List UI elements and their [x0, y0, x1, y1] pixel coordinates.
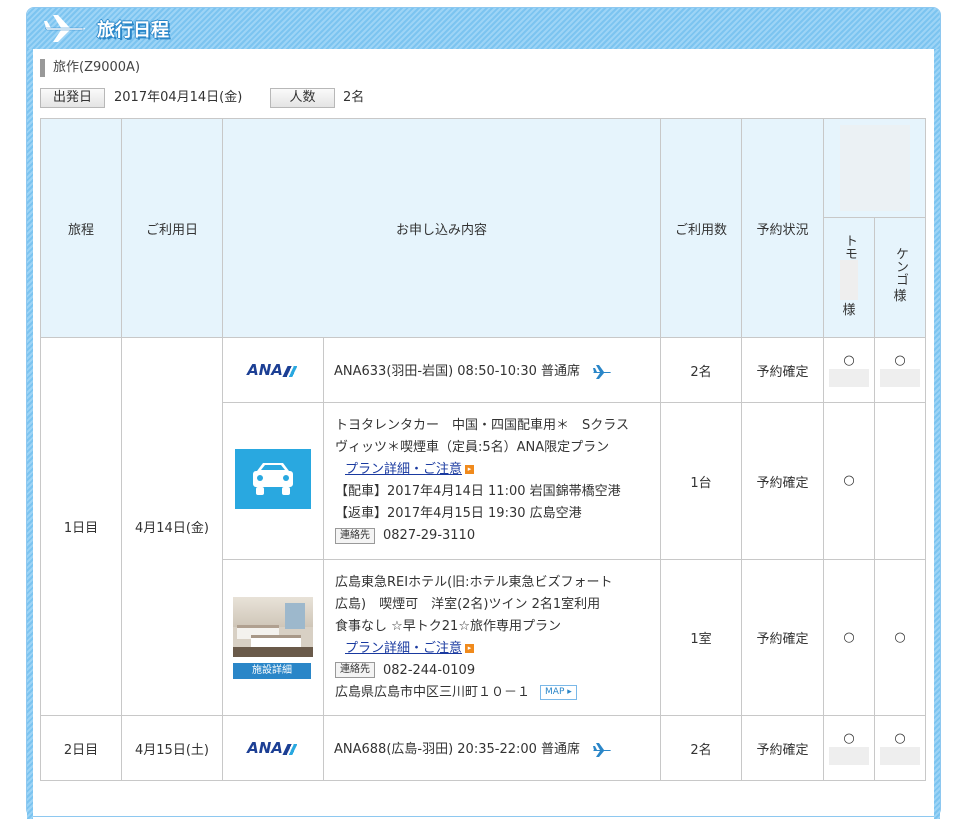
hotel-address: 広島県広島市中区三川町１０－１ — [335, 684, 531, 700]
car-status: 予約確定 — [741, 402, 825, 560]
hotel-image-cell: 施設詳細 — [222, 559, 324, 716]
booked-mark: ○ — [843, 731, 855, 746]
contact-label: 連絡先 — [335, 662, 375, 678]
airplane-icon — [593, 742, 612, 757]
hotel-detail: 広島東急REIホテル(旧:ホテル東急ビズフォート 広島) 喫煙可 洋室(2名)ツ… — [322, 559, 662, 716]
header-content: お申し込み内容 — [221, 118, 662, 338]
contact-label: 連絡先 — [335, 527, 375, 544]
header-itinerary: 旅程 — [40, 118, 122, 338]
traveler-2-cell: ○ — [874, 715, 927, 781]
ana-logo-text: ANA — [247, 739, 283, 757]
traveler-1-cell: ○ — [823, 715, 876, 781]
flight-text: ANA688(広島-羽田) 20:35-22:00 普通席 — [334, 742, 581, 758]
flight-text: ANA633(羽田-岩国) 08:50-10:30 普通席 — [334, 364, 581, 380]
redacted-name-1 — [840, 259, 859, 300]
hotel-plan-link[interactable]: プラン詳細・ご注意 — [345, 641, 462, 656]
arrow-right-icon: ▸ — [465, 465, 475, 474]
flight-count: 2名 — [660, 337, 743, 403]
booked-mark: ○ — [894, 629, 906, 645]
hotel-line-2: 広島) 喫煙可 洋室(2名)ツイン 2名1室利用 — [335, 596, 601, 612]
traveler-2-cell: ○ — [874, 337, 927, 403]
departure-label: 出発日 — [40, 88, 105, 108]
hotel-contact: 082-244-0109 — [383, 662, 476, 678]
traveler-2-suffix: 様 — [893, 289, 907, 304]
redacted-seat — [880, 747, 921, 765]
departure-date: 2017年04月14日(金) — [114, 90, 243, 105]
left-stripe — [27, 49, 33, 819]
people-count: 2名 — [343, 90, 365, 105]
header-traveler-1: トモ 様 — [823, 217, 876, 338]
tour-name: 旅作(Z9000A) — [40, 59, 140, 77]
car-count: 1台 — [660, 402, 743, 560]
booked-mark: ○ — [894, 731, 906, 746]
redacted-seat — [829, 369, 870, 387]
header-date: ご利用日 — [121, 118, 223, 338]
map-button[interactable]: MAP ▸ — [540, 684, 577, 700]
traveler-1-suffix: 様 — [842, 302, 856, 318]
traveler-1-cell: ○ — [823, 337, 876, 403]
hotel-status: 予約確定 — [741, 559, 825, 716]
airplane-icon — [44, 15, 85, 42]
header-count: ご利用数 — [660, 118, 743, 338]
itinerary-table: 旅程 ご利用日 お申し込み内容 ご利用数 予約状況 トモ 様 ケンゴ 様 1日目… — [40, 118, 927, 781]
traveler-1-cell: ○ — [823, 559, 876, 716]
redacted-seat — [829, 747, 870, 765]
day2-date: 4月15日(土) — [121, 715, 223, 781]
airplane-icon — [593, 364, 612, 379]
traveler-1-cell: ○ — [823, 402, 876, 560]
flight-detail: ANA688(広島-羽田) 20:35-22:00 普通席 — [322, 715, 662, 781]
traveler-2-cell: ○ — [874, 559, 927, 716]
car-icon[interactable] — [235, 449, 311, 509]
hotel-count: 1室 — [660, 559, 743, 716]
booked-mark: ○ — [843, 353, 855, 368]
flight-status: 予約確定 — [741, 337, 825, 403]
hotel-line-1: 広島東急REIホテル(旧:ホテル東急ビズフォート — [335, 574, 613, 590]
arrow-right-icon: ▸ — [465, 643, 475, 653]
booked-mark: ○ — [843, 629, 855, 645]
table-row: 1日目 4月14日(金) ANA ANA633(羽田-岩国) 08:50-10:… — [40, 337, 927, 716]
facility-detail-button[interactable]: 施設詳細 — [233, 662, 311, 679]
redacted-seat — [880, 369, 921, 387]
ana-logo-text: ANA — [247, 361, 283, 379]
booked-mark: ○ — [843, 473, 855, 488]
redacted-names — [839, 125, 910, 211]
car-contact: 0827-29-3110 — [383, 528, 476, 543]
traveler-2-name: ケンゴ — [893, 247, 909, 286]
ana-logo: ANA — [222, 337, 324, 403]
header-traveler-2: ケンゴ 様 — [874, 217, 927, 338]
ana-logo: ANA — [222, 715, 324, 781]
car-line-2: ヴィッツ＊喫煙車（定員:5名）ANA限定プラン — [335, 440, 610, 455]
hotel-photo[interactable] — [233, 596, 313, 657]
ana-logo-mark — [282, 744, 302, 755]
right-stripe — [934, 49, 940, 819]
flight-count: 2名 — [660, 715, 743, 781]
booked-mark: ○ — [894, 353, 906, 368]
panel-header: 旅行日程 — [27, 8, 940, 49]
flight-detail: ANA633(羽田-岩国) 08:50-10:30 普通席 — [322, 337, 662, 403]
car-return: 【返車】2017年4月15日 19:30 広島空港 — [335, 506, 582, 521]
day1-date: 4月14日(金) — [121, 337, 223, 716]
car-line-1: トヨタレンタカー 中国・四国配車用＊ Sクラス — [335, 418, 629, 433]
header-status: 予約状況 — [741, 118, 825, 338]
table-row: 2日目 4月15日(土) ANA ANA688(広島-羽田) 20:35-22:… — [40, 715, 927, 781]
people-label: 人数 — [270, 88, 335, 108]
car-pickup: 【配車】2017年4月14日 11:00 岩国錦帯橋空港 — [335, 484, 621, 499]
panel-title: 旅行日程 — [97, 20, 169, 41]
ana-logo-mark — [282, 366, 302, 377]
car-icon-cell — [222, 402, 324, 560]
car-detail: トヨタレンタカー 中国・四国配車用＊ Sクラス ヴィッツ＊喫煙車（定員:5名）A… — [322, 402, 662, 560]
day1-label: 1日目 — [40, 337, 122, 716]
traveler-2-cell — [874, 402, 927, 560]
day2-label: 2日目 — [40, 715, 122, 781]
hotel-line-3: 食事なし ☆早トク21☆旅作専用プラン — [335, 618, 561, 634]
flight-status: 予約確定 — [741, 715, 825, 781]
header-travelers — [823, 118, 927, 218]
traveler-1-name: トモ — [842, 233, 858, 260]
car-plan-link[interactable]: プラン詳細・ご注意 — [345, 462, 462, 477]
